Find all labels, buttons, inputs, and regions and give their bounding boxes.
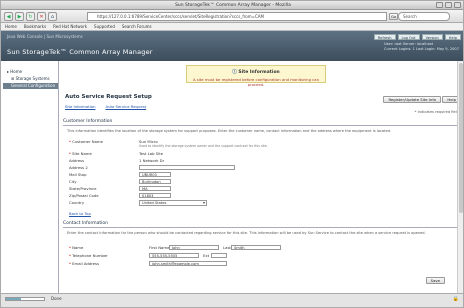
window-titlebar: Sun StorageTek™ Common Array Manager - M… bbox=[1, 1, 463, 10]
first-name-label: First Name bbox=[149, 245, 170, 250]
save-button[interactable]: Save bbox=[425, 277, 445, 284]
vertical-scrollbar[interactable] bbox=[457, 61, 463, 293]
back-to-top-link[interactable]: Back to Top bbox=[69, 211, 91, 216]
sidebar-item-label: Storage Systems bbox=[15, 76, 50, 81]
app-brand: Sun StorageTek™ Common Array Manager bbox=[7, 48, 153, 56]
reload-icon[interactable]: ↻ bbox=[26, 12, 35, 21]
maximize-button[interactable] bbox=[445, 2, 452, 8]
notice-title: ⓘ Site Information bbox=[232, 70, 280, 75]
zip-label: Zip/Postal Code bbox=[69, 193, 99, 198]
address-label: Address bbox=[69, 158, 85, 163]
help-button[interactable]: Help bbox=[444, 34, 461, 40]
email-input[interactable]: john.smith@example.com bbox=[149, 261, 227, 266]
close-button[interactable] bbox=[454, 2, 461, 8]
stop-icon[interactable]: ✕ bbox=[37, 12, 46, 21]
first-name-input[interactable]: John bbox=[169, 245, 219, 250]
window-controls bbox=[436, 2, 461, 8]
bookmark-item[interactable]: Bookmarks bbox=[24, 23, 46, 30]
country-label: Country bbox=[69, 200, 85, 205]
tab-site-information[interactable]: Site Information bbox=[65, 104, 95, 109]
page-title: Auto Service Request Setup bbox=[65, 94, 152, 100]
bookmark-item[interactable]: Supported bbox=[94, 23, 115, 30]
header-top-links: Java Web Console | Sun Microsystems bbox=[7, 34, 83, 39]
contact-help: Enter the contact information for the pe… bbox=[67, 231, 426, 235]
contact-name-label: * Name bbox=[69, 245, 84, 250]
search-input[interactable]: Search bbox=[398, 12, 450, 21]
status-text: Done bbox=[51, 296, 62, 301]
sidebar-item-label: General Configuration bbox=[11, 83, 56, 88]
address2-label: Address 2 bbox=[69, 165, 88, 170]
sidebar: ▸ Home ⊞ Storage Systems General Configu… bbox=[1, 61, 59, 293]
phone-label: * Telephone Number bbox=[69, 253, 108, 258]
email-label: * Email Address bbox=[69, 261, 99, 266]
progress-fill bbox=[6, 298, 22, 300]
url-bar[interactable]: https://127.0.0.1:6789/ServiceCenter/scc… bbox=[87, 12, 387, 21]
phone-input[interactable]: 555-555-5555 bbox=[149, 253, 199, 258]
sidebar-item-home[interactable]: ▸ Home bbox=[3, 69, 58, 75]
customer-section-header: Customer Information bbox=[63, 119, 461, 126]
ext-label: Ext bbox=[203, 253, 210, 258]
version-button[interactable]: Version bbox=[421, 34, 443, 40]
city-input[interactable]: Burlington bbox=[139, 179, 171, 184]
bookmark-item[interactable]: Home bbox=[5, 23, 17, 30]
browser-window: Sun StorageTek™ Common Array Manager - M… bbox=[0, 0, 464, 308]
main-content: ⓘ Site Information A site must be regist… bbox=[61, 61, 463, 293]
customer-name-hint: Used to identify the storage system owne… bbox=[139, 144, 268, 148]
go-button[interactable]: Go bbox=[389, 13, 399, 20]
page-tabs: Site Information Auto Service Request bbox=[65, 104, 146, 109]
sidebar-item-storage-systems[interactable]: ⊞ Storage Systems bbox=[3, 76, 58, 82]
browser-toolbar: ◀ ▶ ↻ ✕ ⌂ https://127.0.0.1:6789/Service… bbox=[1, 10, 463, 23]
tab-auto-service-request[interactable]: Auto Service Request bbox=[105, 104, 146, 109]
notice-message: A site must be registered before configu… bbox=[192, 77, 320, 87]
logout-button[interactable]: Log Out bbox=[397, 34, 420, 40]
country-select[interactable]: United States bbox=[139, 200, 207, 206]
address2-input[interactable] bbox=[139, 165, 235, 170]
last-name-label: Last bbox=[223, 245, 231, 250]
lock-icon: 🔒 bbox=[452, 296, 459, 302]
required-note: * Indicates required field bbox=[414, 110, 459, 114]
contact-section-header: Contact Information bbox=[63, 221, 461, 228]
app-header: Java Web Console | Sun Microsystems Sun … bbox=[1, 31, 463, 61]
customer-name-label: * Customer Name bbox=[69, 139, 103, 144]
state-label: State/Province bbox=[69, 186, 97, 191]
customer-help: This information identifies the location… bbox=[67, 129, 392, 133]
site-name-value: Test Lab Site bbox=[139, 151, 164, 156]
status-bar: Done 🔒 bbox=[1, 293, 463, 307]
back-icon[interactable]: ◀ bbox=[4, 12, 13, 21]
bookmark-item[interactable]: Red Hat Network bbox=[53, 23, 87, 30]
register-site-button[interactable]: Register/Update Site Info bbox=[383, 96, 441, 103]
ext-input[interactable] bbox=[211, 253, 227, 258]
site-name-label: * Site Name bbox=[69, 151, 92, 156]
sidebar-item-general-configuration[interactable]: General Configuration bbox=[3, 83, 58, 89]
forward-icon[interactable]: ▶ bbox=[15, 12, 24, 21]
progress-bar bbox=[5, 297, 45, 301]
address-value: 1 Network Dr bbox=[139, 158, 165, 163]
bookmarks-bar: Home Bookmarks Red Hat Network Supported… bbox=[1, 23, 463, 31]
minimize-button[interactable] bbox=[436, 2, 443, 8]
refresh-button[interactable]: Refresh bbox=[373, 34, 396, 40]
info-notice: ⓘ Site Information A site must be regist… bbox=[186, 65, 326, 87]
header-login-info: Current Logins: 1 Last Login: May 9, 200… bbox=[384, 47, 459, 51]
scrollbar-thumb[interactable] bbox=[459, 63, 463, 213]
state-input[interactable]: MA bbox=[139, 186, 171, 191]
last-name-input[interactable]: Smith bbox=[231, 245, 281, 250]
header-buttons: Refresh Log Out Version Help bbox=[373, 34, 461, 40]
city-label: City bbox=[69, 179, 77, 184]
mail-stop-label: Mail Stop bbox=[69, 172, 87, 177]
window-title: Sun StorageTek™ Common Array Manager - M… bbox=[175, 3, 291, 8]
mail-stop-input[interactable]: UBUR03 bbox=[139, 172, 171, 177]
home-icon[interactable]: ⌂ bbox=[48, 12, 57, 21]
header-info: User: root Server: localhost Current Log… bbox=[384, 42, 459, 52]
bookmark-item[interactable]: Search Forums bbox=[122, 23, 152, 30]
zip-input[interactable]: 01803 bbox=[139, 193, 171, 198]
sidebar-item-label: Home bbox=[10, 69, 23, 74]
